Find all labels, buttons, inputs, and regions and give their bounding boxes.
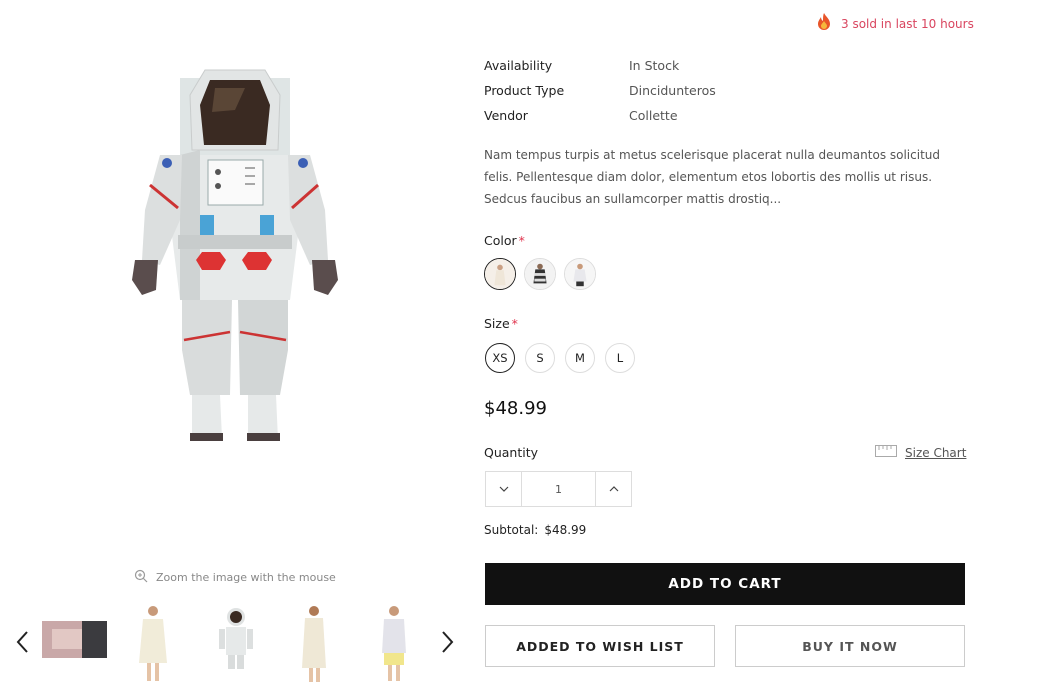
product-price: $48.99 <box>484 398 547 419</box>
fire-icon <box>815 12 833 35</box>
subtotal-label: Subtotal: <box>484 523 539 537</box>
chevron-up-icon <box>609 486 618 492</box>
size-chart-text: Size Chart <box>905 445 967 460</box>
subtotal: Subtotal: $48.99 <box>484 523 586 537</box>
color-label-text: Color <box>484 233 517 248</box>
thumbnail-2[interactable] <box>135 603 171 683</box>
sold-notice-text: 3 sold in last 10 hours <box>841 16 974 31</box>
add-to-cart-button[interactable]: ADD TO CART <box>485 563 965 605</box>
color-swatch-1[interactable] <box>484 258 516 290</box>
size-label-text: Size <box>484 316 510 331</box>
chevron-right-icon <box>442 631 454 653</box>
quantity-decrease-button[interactable] <box>486 472 522 506</box>
zoom-in-icon <box>134 569 148 586</box>
chevron-left-icon <box>16 631 28 653</box>
required-mark: * <box>511 316 518 331</box>
meta-value: In Stock <box>629 58 680 73</box>
size-option-m[interactable]: M <box>565 343 595 373</box>
meta-value: Collette <box>629 108 678 123</box>
color-swatch-2[interactable] <box>524 258 556 290</box>
sold-notice: 3 sold in last 10 hours <box>815 12 974 35</box>
quantity-input[interactable] <box>522 472 595 506</box>
ruler-icon <box>875 445 897 460</box>
zoom-hint: Zoom the image with the mouse <box>134 569 336 586</box>
wishlist-button[interactable]: ADDED TO WISH LIST <box>485 625 715 667</box>
size-option-xs[interactable]: XS <box>485 343 515 373</box>
size-chart-link[interactable]: Size Chart <box>875 445 966 460</box>
product-main-image[interactable] <box>120 50 350 450</box>
color-swatch-3[interactable] <box>564 258 596 290</box>
thumbnail-next-button[interactable] <box>438 627 458 657</box>
meta-label: Product Type <box>484 83 565 98</box>
chevron-down-icon <box>499 486 508 492</box>
product-description: Nam tempus turpis at metus scelerisque p… <box>484 148 940 206</box>
color-label: Color * <box>484 233 525 248</box>
buy-now-button[interactable]: BUY IT NOW <box>735 625 965 667</box>
quantity-label: Quantity <box>484 445 539 460</box>
quantity-increase-button[interactable] <box>595 472 631 506</box>
size-label: Size * <box>484 316 518 331</box>
thumbnail-3[interactable] <box>216 603 256 683</box>
astronaut-figure <box>132 69 338 441</box>
thumbnail-5[interactable] <box>376 603 412 683</box>
meta-value: Dincidunteros <box>629 83 716 98</box>
quantity-stepper <box>485 471 632 507</box>
size-option-l[interactable]: L <box>605 343 635 373</box>
zoom-hint-text: Zoom the image with the mouse <box>156 571 336 584</box>
thumbnail-4[interactable] <box>296 603 332 683</box>
thumbnail-1[interactable] <box>42 621 107 658</box>
meta-label: Availability <box>484 58 553 73</box>
subtotal-value: $48.99 <box>544 523 587 537</box>
thumbnail-prev-button[interactable] <box>12 627 32 657</box>
meta-label: Vendor <box>484 108 528 123</box>
required-mark: * <box>518 233 525 248</box>
size-option-s[interactable]: S <box>525 343 555 373</box>
